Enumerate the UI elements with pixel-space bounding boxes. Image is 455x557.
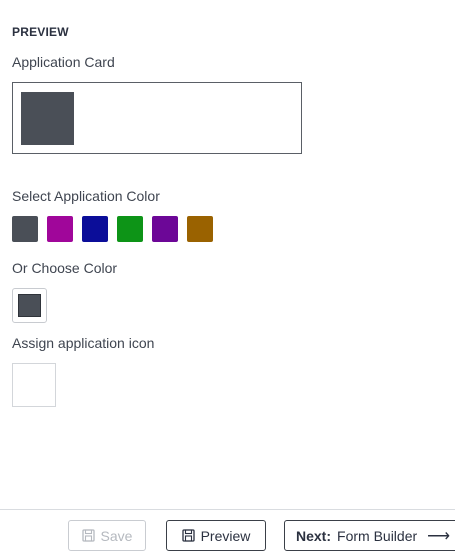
select-color-label: Select Application Color [12, 188, 160, 204]
application-card-label: Application Card [12, 54, 115, 70]
assign-icon-label: Assign application icon [12, 335, 155, 351]
save-icon [181, 529, 195, 542]
color-swatch-navy[interactable] [82, 216, 108, 242]
color-swatch-purple[interactable] [152, 216, 178, 242]
color-swatch-slate[interactable] [12, 216, 38, 242]
preview-section-title: PREVIEW [12, 25, 69, 39]
preview-button[interactable]: Preview [166, 520, 266, 551]
custom-color-preview [18, 294, 41, 317]
color-swatch-amber[interactable] [187, 216, 213, 242]
preview-button-label: Preview [200, 527, 251, 544]
arrow-right-icon: ⟶ [427, 527, 451, 545]
save-button-label: Save [100, 527, 133, 544]
custom-color-picker[interactable] [12, 288, 47, 323]
color-swatch-list [12, 216, 213, 242]
footer-divider [0, 509, 455, 510]
next-button-label: Form Builder [337, 527, 418, 544]
color-swatch-magenta[interactable] [47, 216, 73, 242]
next-prefix: Next: [296, 527, 332, 544]
next-form-builder-button[interactable]: Next: Form Builder ⟶ [284, 520, 455, 551]
application-card-preview [12, 82, 302, 154]
save-icon [81, 529, 95, 542]
assign-icon-button[interactable] [12, 363, 56, 407]
choose-color-label: Or Choose Color [12, 260, 118, 276]
save-button[interactable]: Save [68, 520, 146, 551]
color-swatch-green[interactable] [117, 216, 143, 242]
application-card-color-swatch [21, 92, 74, 145]
